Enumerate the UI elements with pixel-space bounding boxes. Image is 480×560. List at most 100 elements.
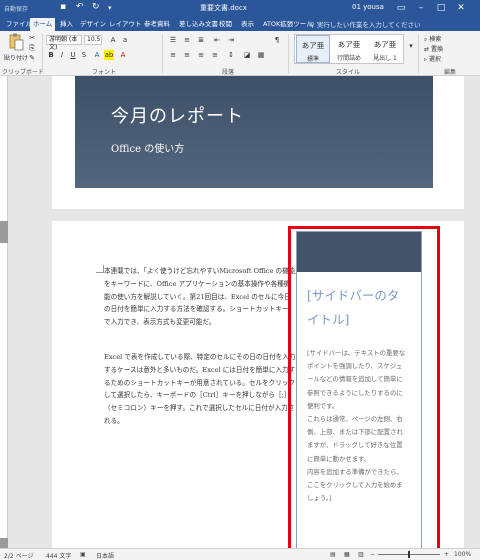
multilevel-list-icon[interactable]: ≣	[196, 35, 206, 45]
font-color-icon[interactable]: A	[118, 50, 128, 60]
cut-icon[interactable]: ✂	[27, 33, 37, 43]
group-styles: スタイル	[336, 69, 361, 76]
maximize-button[interactable]: □	[434, 1, 448, 15]
read-mode-icon[interactable]: ▤	[330, 551, 336, 558]
style-name: 標準	[306, 56, 319, 63]
vertical-ruler	[0, 76, 8, 548]
tab-home[interactable]: ホーム	[30, 18, 56, 31]
cover-title[interactable]: 今月のレポート	[111, 102, 244, 128]
bullets-icon[interactable]: ☰	[168, 35, 178, 45]
grow-font-icon[interactable]: A	[108, 35, 118, 45]
page-1[interactable]: 今月のレポート Office の使い方	[52, 76, 464, 209]
style-sample: あア亜	[337, 40, 361, 49]
find-button[interactable]: ⌕ 検索	[424, 34, 441, 44]
shading-icon[interactable]: ◪	[242, 50, 252, 60]
tab-review[interactable]: 校閲	[216, 18, 235, 31]
group-font: フォント	[92, 69, 117, 76]
ribbon-tabs: ファイル ホーム 挿入 デザイン レイアウト 参考資料 差し込み文書 校閲 表示…	[0, 16, 480, 31]
body-paragraph-2[interactable]: Excel で表を作成している際、特定のセルにその日の日付を入力 するケースは意…	[104, 351, 296, 428]
highlight-frame	[288, 226, 440, 554]
language-label[interactable]: 日本語	[96, 551, 114, 560]
text-line: れる。	[104, 416, 124, 425]
styles-gallery: あア亜 標準 あア亜 行間詰め あア亜 見出し 1	[294, 34, 404, 64]
copy-icon[interactable]: ⎘	[27, 43, 37, 53]
tab-insert[interactable]: 挿入	[57, 18, 76, 31]
align-right-icon[interactable]: ≡	[196, 50, 206, 60]
tab-atok[interactable]: ATOK拡張ツール	[260, 18, 316, 31]
show-marks-icon[interactable]: ¶	[272, 35, 282, 45]
zoom-slider-thumb[interactable]	[408, 551, 410, 558]
zoom-level[interactable]: 100%	[454, 551, 471, 558]
ribbon-options-icon[interactable]: ▭	[394, 1, 408, 15]
group-editing: 編集	[444, 69, 457, 76]
font-size-select[interactable]: 10.5	[84, 35, 102, 45]
ribbon: 貼り付け ✂ ⎘ ✎ クリップボード 游明朝 (本文) 10.5 B I U S…	[0, 31, 480, 76]
save-icon[interactable]: ▪	[60, 2, 66, 12]
line-spacing-icon[interactable]: ↕	[226, 50, 236, 60]
clipboard-icon[interactable]	[8, 33, 24, 51]
tell-me-text: 実行したい作業を入力してください	[316, 21, 421, 29]
increase-indent-icon[interactable]: ⇥	[226, 35, 236, 45]
numbering-icon[interactable]: ≡	[182, 35, 192, 45]
select-label: 選択	[428, 56, 441, 63]
title-bar: 自動保存 ▪ ↶ ↻ ▾ 重要文書.docx 01 yousa ▭ – □ ✕	[0, 0, 480, 16]
ruler-margin	[0, 221, 8, 243]
style-name: 見出し 1	[373, 55, 397, 62]
style-heading-1[interactable]: あア亜 見出し 1	[368, 35, 402, 63]
style-no-spacing[interactable]: あア亜 行間詰め	[332, 35, 366, 63]
web-layout-icon[interactable]: ▥	[358, 551, 364, 558]
cover-subtitle[interactable]: Office の使い方	[111, 140, 184, 155]
zoom-in-icon[interactable]: +	[444, 551, 449, 558]
highlight-icon[interactable]: ab	[104, 50, 114, 60]
page-count[interactable]: 2/2 ページ	[4, 551, 33, 560]
text-line: （セミコロン）キーを押す。これで選択したセルに日付が入力さ	[104, 404, 295, 413]
shrink-font-icon[interactable]: a	[120, 35, 130, 45]
ruler-margin	[0, 538, 8, 548]
body-paragraph-1[interactable]: 本連載では、「よく使うけど忘れやすいMicrosoft Office の機能」 …	[104, 265, 296, 329]
text-line: するケースは意外と多いものだ。Excel には日付を簡単に入力す	[104, 365, 296, 374]
close-button[interactable]: ✕	[454, 1, 468, 15]
tab-design[interactable]: デザイン	[77, 18, 109, 31]
bold-icon[interactable]: B	[46, 50, 56, 60]
undo-icon[interactable]: ↶	[76, 2, 84, 12]
zoom-out-icon[interactable]: −	[370, 551, 375, 558]
tab-references[interactable]: 参考資料	[141, 18, 173, 31]
replace-button[interactable]: ⇄ 置換	[424, 44, 443, 53]
print-layout-icon[interactable]: ▦	[344, 551, 350, 558]
align-center-icon[interactable]: ≡	[182, 50, 192, 60]
styles-more-icon[interactable]: ▾	[406, 41, 416, 51]
cover-banner[interactable]: 今月のレポート Office の使い方	[75, 76, 433, 188]
text-line: をキーワードに、Office アプリケーションの基本操作や各種機	[104, 279, 291, 288]
style-normal[interactable]: あア亜 標準	[296, 35, 330, 63]
font-name-select[interactable]: 游明朝 (本文)	[46, 35, 82, 51]
tab-mailings[interactable]: 差し込み文書	[176, 18, 221, 31]
justify-icon[interactable]: ≡	[210, 50, 220, 60]
ribbon-divider	[42, 34, 43, 73]
minimize-button[interactable]: –	[414, 1, 428, 15]
text-line: Excel で表を作成している際、特定のセルにその日の日付を入力	[104, 353, 296, 361]
word-count[interactable]: 444 文字	[46, 551, 71, 560]
align-left-icon[interactable]: ≡	[168, 50, 178, 60]
autosave-label[interactable]: 自動保存	[4, 4, 28, 13]
strikethrough-icon[interactable]: S	[79, 50, 89, 60]
status-bar: 2/2 ページ 444 文字 ▣ 日本語 ▤ ▦ ▥ − + 100%	[0, 548, 480, 560]
tab-layout[interactable]: レイアウト	[106, 18, 145, 31]
tell-me-search[interactable]: ♀ 実行したい作業を入力してください	[310, 19, 420, 29]
format-painter-icon[interactable]: ✎	[27, 53, 37, 63]
tab-view[interactable]: 表示	[238, 18, 257, 31]
paste-label[interactable]: 貼り付け	[4, 53, 28, 62]
redo-icon[interactable]: ↻	[92, 2, 100, 12]
text-line: 能の使い方を解説していく。第21回目は、Excel のセルに今日	[104, 292, 291, 301]
ribbon-divider	[162, 34, 163, 73]
decrease-indent-icon[interactable]: ⇤	[212, 35, 222, 45]
borders-icon[interactable]: ▦	[256, 50, 266, 60]
proofing-icon[interactable]: ▣	[80, 551, 86, 558]
text-effects-icon[interactable]: A	[92, 50, 102, 60]
ribbon-divider	[418, 34, 419, 73]
select-button[interactable]: ▹ 選択	[424, 54, 441, 63]
user-name[interactable]: 01 yousa	[352, 3, 384, 11]
customize-qat-icon[interactable]: ▾	[108, 4, 112, 12]
italic-icon[interactable]: I	[57, 50, 67, 60]
document-title: 重要文書.docx	[200, 4, 247, 12]
underline-icon[interactable]: U	[68, 50, 78, 60]
